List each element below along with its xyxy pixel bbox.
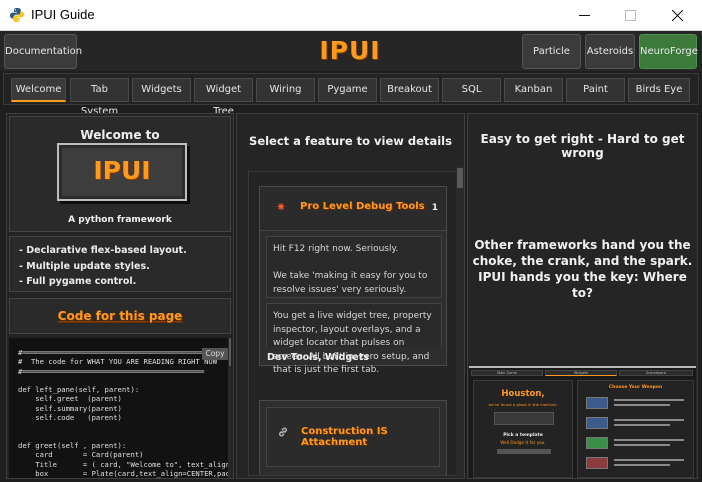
preview-tabs: Main Game Widgets Scoreboard (469, 370, 696, 376)
preview-weapon-line (614, 404, 670, 406)
preview-weapon-swatch (586, 437, 608, 449)
ipui-logo-plate[interactable]: IPUI (57, 143, 187, 201)
tab-birds-eye[interactable]: Birds Eye (628, 78, 690, 102)
preview-weapon-line (614, 439, 684, 441)
asteroids-button[interactable]: Asteroids (585, 34, 635, 69)
preview-weapon-swatch (586, 417, 608, 429)
feature-card-count: 1 (431, 203, 438, 213)
feature-card-debug-tools[interactable]: ✷ Pro Level Debug Tools 1 Hit F12 right … (259, 186, 447, 375)
tab-paint[interactable]: Paint (566, 78, 625, 102)
feature-card-intro: Hit F12 right now. Seriously. We take 'm… (266, 236, 442, 298)
preview-error-panel: Houston, we've found a ghost in the mach… (473, 380, 573, 478)
tab-bar: Welcome Tab System Widgets Widget Tree W… (3, 73, 699, 117)
code-scrollbar[interactable] (228, 338, 231, 478)
tab-pygame[interactable]: Pygame (318, 78, 377, 102)
welcome-card: Welcome to IPUI A python framework (9, 116, 231, 232)
feature-list-scroll-thumb[interactable] (457, 168, 463, 188)
tagline-panel: Easy to get right - Hard to get wrong Ot… (468, 114, 697, 366)
preview-weapon-swatch (586, 457, 608, 469)
feature-item: - Multiple update styles. (19, 260, 150, 272)
preview-weapon-line (614, 419, 684, 421)
feature-list: ✷ Pro Level Debug Tools 1 Hit F12 right … (248, 171, 459, 476)
preview-weapon-line (614, 444, 670, 446)
feature-card-text: You get a live widget tree, property ins… (273, 311, 432, 375)
window-titlebar: IPUI Guide (0, 0, 702, 31)
feature-card-header: Construction IS Attachment (266, 407, 440, 467)
preview-tab: Widgets (545, 370, 617, 376)
features-summary: - Declarative flex-based layout. - Multi… (9, 236, 231, 292)
tagline-heading: Easy to get right - Hard to get wrong (480, 132, 685, 160)
preview-weapon-header: Choose Your Weapon (608, 385, 663, 390)
feature-card-tags: Dev Tools, Widgets (267, 352, 369, 363)
preview-message-box (494, 412, 554, 425)
welcome-title: Welcome to (80, 128, 160, 142)
preview-weapon-line (614, 459, 684, 461)
sparkle-icon: ✷ (276, 200, 287, 214)
ipui-logo-text: IPUI (93, 156, 151, 185)
tab-sql[interactable]: SQL (442, 78, 501, 102)
feature-card-text: Hit F12 right now. Seriously. We take 'm… (273, 244, 428, 295)
tab-widget-tree[interactable]: Widget Tree (194, 78, 253, 117)
neuroforge-button[interactable]: NeuroForge (639, 34, 698, 69)
preview-weapon-swatch (586, 397, 608, 409)
preview-weapon-line (614, 399, 684, 401)
code-for-this-page-link[interactable]: Code for this page (10, 309, 230, 323)
tab-welcome[interactable]: Welcome (11, 78, 66, 102)
feature-card-header: ✷ Pro Level Debug Tools 1 (260, 187, 446, 231)
preview-houston-sub: we've found a ghost in the machine. (488, 402, 558, 407)
welcome-subtitle: A python framework (68, 215, 172, 225)
code-link-card: Code for this page (9, 298, 231, 334)
tab-tab-system[interactable]: Tab System (70, 78, 129, 117)
minimize-icon (579, 15, 590, 16)
code-scroll-thumb[interactable] (229, 338, 231, 366)
preview-pick: Pick a template (503, 433, 543, 438)
copy-button[interactable]: Copy (202, 348, 228, 360)
app-preview-thumbnail[interactable]: Main Game Widgets Scoreboard Houston, we… (469, 366, 696, 478)
preview-houston: Houston, (501, 389, 545, 399)
preview-pick-sub: Well Dodge It for you. (500, 440, 546, 445)
maximize-icon (625, 10, 636, 21)
code-text: #═══════════════════════════════════════… (18, 348, 231, 478)
code-viewer: #═══════════════════════════════════════… (9, 338, 231, 478)
tab-breakout[interactable]: Breakout (380, 78, 439, 102)
left-pane: Welcome to IPUI A python framework - Dec… (6, 113, 234, 479)
code-block: #═══════════════════════════════════════… (9, 338, 231, 478)
top-header: Documentation IPUI Particle Life Asteroi… (0, 31, 702, 90)
window-title: IPUI Guide (31, 7, 95, 22)
feature-list-scrollbar[interactable] (456, 166, 464, 476)
feature-item: - Declarative flex-based layout. (19, 245, 187, 256)
feature-card-details: You get a live widget tree, property ins… (266, 303, 442, 375)
feature-card-construction[interactable]: Construction IS Attachment (259, 400, 447, 475)
preview-tab: Scoreboard (619, 370, 693, 376)
link-icon (277, 426, 289, 441)
minimize-button[interactable] (562, 0, 608, 31)
preview-weapon-panel: Choose Your Weapon (577, 380, 694, 478)
preview-weapon-line (614, 464, 670, 466)
feature-select-header: Select a feature to view details (249, 134, 452, 148)
tagline-body: Other frameworks hand you the choke, the… (472, 238, 693, 300)
feature-card-title: Pro Level Debug Tools (300, 201, 425, 212)
tab-kanban[interactable]: Kanban (504, 78, 563, 102)
preview-button-bar (497, 449, 551, 454)
middle-pane: Select a feature to view details ✷ Pro L… (236, 113, 465, 479)
preview-tab: Main Game (471, 370, 543, 376)
close-icon (672, 10, 683, 21)
particle-life-button[interactable]: Particle Life (522, 34, 581, 90)
maximize-button[interactable] (608, 0, 654, 31)
preview-weapon-line (614, 424, 670, 426)
feature-item: - Full pygame control. (19, 276, 137, 287)
brand-logo: IPUI (319, 36, 381, 65)
tab-widgets[interactable]: Widgets (132, 78, 191, 102)
feature-card-title: Construction IS Attachment (301, 426, 388, 448)
close-button[interactable] (655, 0, 701, 31)
documentation-button[interactable]: Documentation (4, 34, 82, 69)
right-pane: Easy to get right - Hard to get wrong Ot… (467, 113, 698, 479)
python-snake-icon (9, 7, 25, 23)
tab-wiring[interactable]: Wiring (256, 78, 315, 102)
